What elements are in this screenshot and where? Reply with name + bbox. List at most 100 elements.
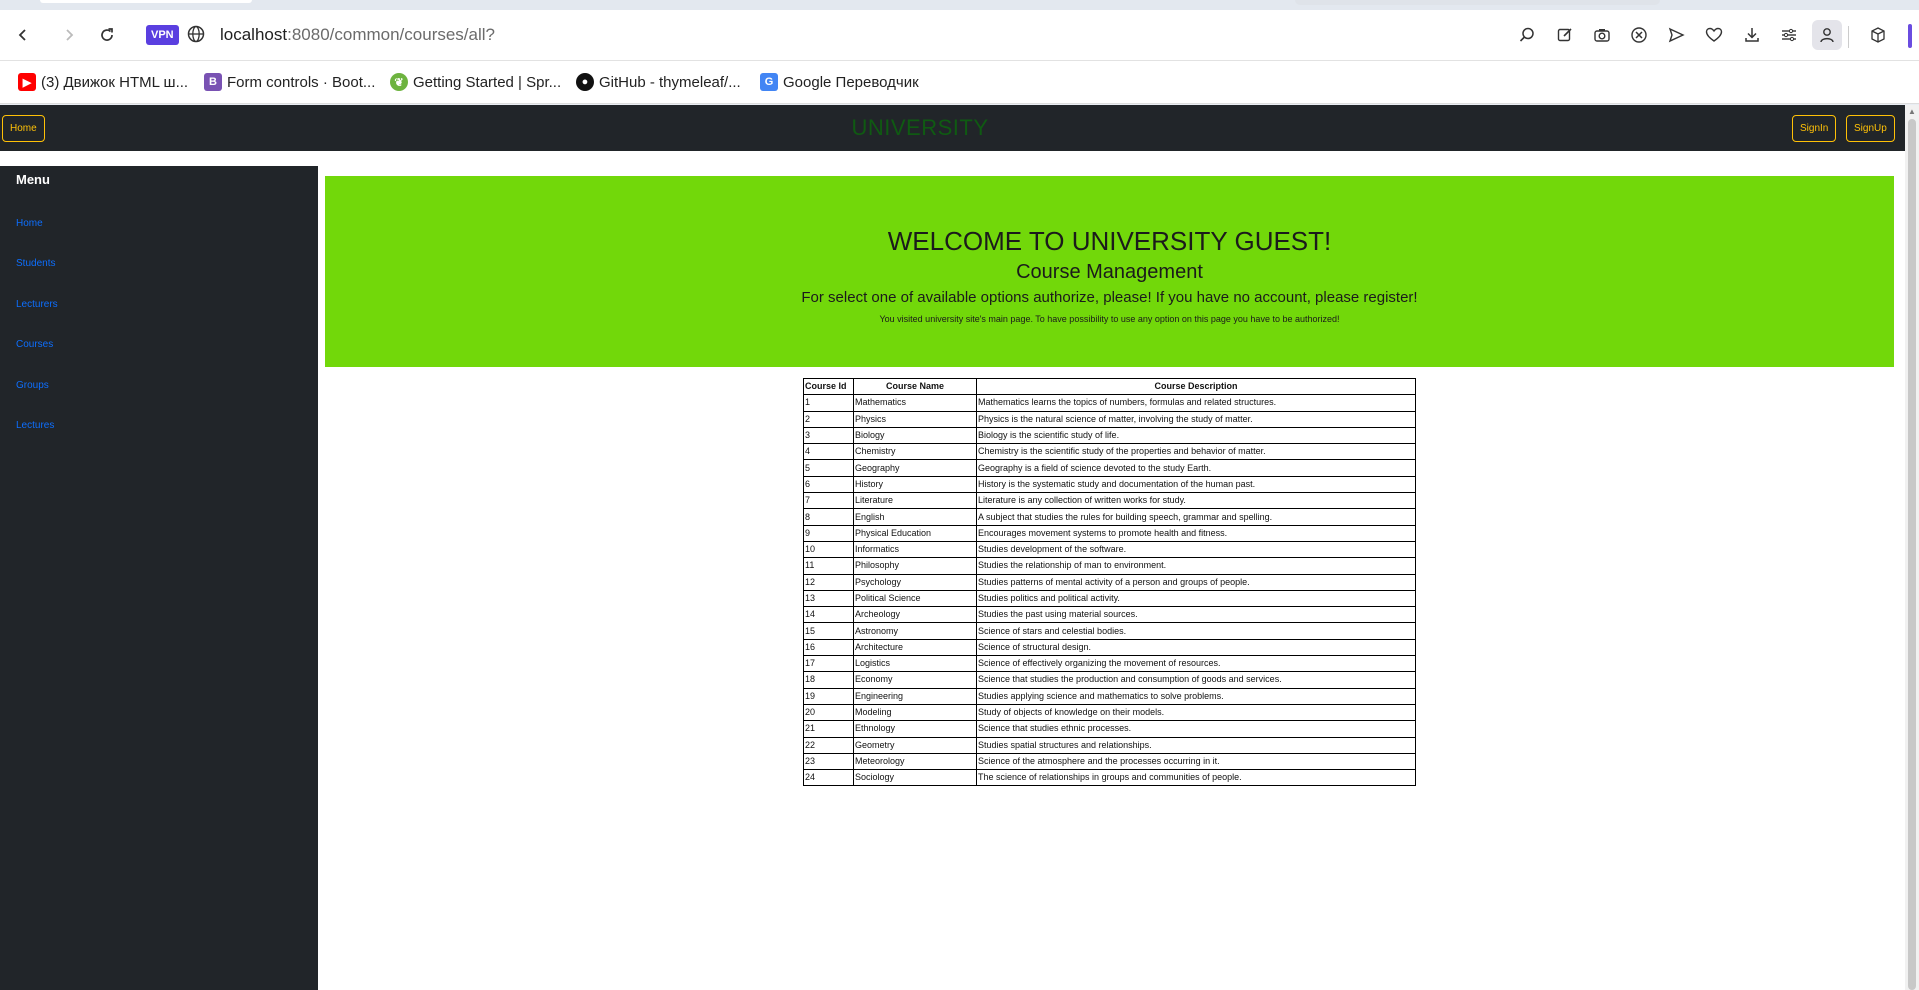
- google-translate-icon: G: [760, 73, 778, 91]
- course-name-cell: History: [853, 475, 977, 494]
- course-description-cell: Studies the past using material sources.: [976, 606, 1416, 624]
- settings-sliders-icon[interactable]: [1777, 23, 1801, 47]
- bookmark-github[interactable]: ● GitHub - thymeleaf/...: [576, 72, 741, 92]
- bookmark-google-translate[interactable]: G Google Переводчик: [760, 72, 919, 92]
- active-tab[interactable]: [40, 0, 252, 3]
- inactive-tab[interactable]: [1295, 0, 1660, 5]
- signup-button[interactable]: SignUp: [1846, 115, 1895, 142]
- course-name-cell: Geography: [853, 459, 977, 477]
- vpn-badge[interactable]: VPN: [146, 25, 179, 45]
- course-name-cell: Geometry: [853, 736, 977, 754]
- extensions-cube-icon[interactable]: [1866, 23, 1890, 47]
- course-id-cell: 24: [803, 769, 854, 787]
- scroll-up-icon[interactable]: ▲: [1908, 107, 1916, 116]
- table-row: 10 Informatics Studies development of the …: [803, 540, 1416, 559]
- course-description-cell: Science of stars and celestial bodies.: [976, 622, 1416, 640]
- forward-icon[interactable]: [56, 22, 82, 48]
- course-description-cell: Science that studies ethnic processes.: [976, 720, 1416, 738]
- bookmark-label: Google Переводчик: [783, 73, 919, 91]
- top-navbar: Home UNIVERSITY SignIn SignUp: [0, 105, 1905, 151]
- table-row: 17 Logistics Science of effectively organi…: [803, 655, 1416, 673]
- edit-icon[interactable]: [1553, 23, 1577, 47]
- youtube-icon: ▶: [18, 73, 36, 91]
- side-menu: Menu Home Students Lecturers Courses Gro…: [0, 166, 318, 990]
- bookmark-bootstrap[interactable]: B Form controls · Boot...: [204, 72, 375, 92]
- adblock-icon[interactable]: [1627, 23, 1651, 47]
- bookmark-youtube[interactable]: ▶ (3) Движок HTML ш...: [18, 72, 188, 92]
- course-description-cell: Studies politics and political activity.: [976, 589, 1416, 608]
- table-row: 21 Ethnology Science that studies ethnic p…: [803, 720, 1416, 738]
- course-id-cell: 22: [803, 736, 854, 754]
- course-id-cell: 4: [803, 443, 854, 461]
- table-row: 19 Engineering Studies applying science an…: [803, 687, 1416, 705]
- auth-prompt: For select one of available options auth…: [801, 289, 1418, 306]
- menu-item-lectures[interactable]: Lectures: [16, 420, 54, 431]
- course-description-cell: Geography is a field of science devoted …: [976, 459, 1416, 477]
- back-icon[interactable]: [10, 22, 36, 48]
- course-name-cell: Architecture: [853, 638, 977, 657]
- table-row: 4 Chemistry Chemistry is the scientific st…: [803, 443, 1416, 461]
- course-name-cell: Archeology: [853, 606, 977, 624]
- course-description-cell: Studies patterns of mental activity of a…: [976, 573, 1416, 591]
- brand-title: UNIVERSITY: [851, 115, 989, 140]
- scrollbar-thumb[interactable]: [1908, 119, 1916, 990]
- bookmark-label: Getting Started | Spr...: [413, 73, 562, 91]
- browser-toolbar: VPN localhost:8080/common/courses/all?: [0, 10, 1919, 61]
- course-description-cell: The science of relationships in groups a…: [976, 769, 1416, 787]
- bookmarks-bar: ▶ (3) Движок HTML ш... B Form controls ·…: [0, 61, 1919, 104]
- search-page-icon[interactable]: [1515, 23, 1539, 47]
- reload-icon[interactable]: [94, 22, 120, 48]
- heart-icon[interactable]: [1702, 23, 1726, 47]
- course-description-cell: Biology is the scientific study of life.: [976, 426, 1416, 445]
- course-id-cell: 10: [803, 540, 854, 559]
- course-name-cell: Sociology: [853, 769, 977, 787]
- bookmark-spring[interactable]: ❦ Getting Started | Spr...: [390, 72, 561, 92]
- page-subtitle: Course Management: [1016, 261, 1203, 283]
- column-header-id: Course Id: [803, 377, 854, 396]
- page-scrollbar[interactable]: ▲: [1905, 105, 1919, 990]
- course-id-cell: 13: [803, 589, 854, 608]
- course-name-cell: Literature: [853, 492, 977, 510]
- course-description-cell: Science of structural design.: [976, 638, 1416, 657]
- table-row: 22 Geometry Studies spatial structures and…: [803, 736, 1416, 754]
- course-description-cell: Chemistry is the scientific study of the…: [976, 443, 1416, 461]
- menu-item-groups[interactable]: Groups: [16, 380, 49, 391]
- course-description-cell: Literature is any collection of written …: [976, 492, 1416, 510]
- profile-icon[interactable]: [1812, 20, 1842, 50]
- course-id-cell: 3: [803, 426, 854, 445]
- url-host: localhost: [220, 25, 288, 44]
- table-row: 3 Biology Biology is the scientific study …: [803, 426, 1416, 445]
- spring-icon: ❦: [390, 73, 408, 91]
- address-bar[interactable]: localhost:8080/common/courses/all?: [220, 25, 495, 45]
- globe-icon[interactable]: [186, 24, 206, 49]
- send-icon[interactable]: [1664, 23, 1688, 47]
- table-header-row: Course Id Course Name Course Description: [803, 377, 1416, 396]
- course-description-cell: Physics is the natural science of matter…: [976, 410, 1416, 428]
- course-description-cell: Science of effectively organizing the mo…: [976, 655, 1416, 673]
- course-description-cell: Science that studies the production and …: [976, 671, 1416, 689]
- menu-item-lecturers[interactable]: Lecturers: [16, 299, 58, 310]
- course-name-cell: Logistics: [853, 655, 977, 673]
- toolbar-divider: [1848, 26, 1849, 48]
- url-path: :8080/common/courses/all?: [287, 25, 495, 44]
- table-row: 2 Physics Physics is the natural science o…: [803, 410, 1416, 428]
- course-id-cell: 11: [803, 557, 854, 575]
- table-row: 20 Modeling Study of objects of knowledge …: [803, 703, 1416, 722]
- menu-item-students[interactable]: Students: [16, 258, 55, 269]
- github-icon: ●: [576, 73, 594, 91]
- course-name-cell: Physics: [853, 410, 977, 428]
- table-row: 15 Astronomy Science of stars and celestia…: [803, 622, 1416, 640]
- sidebar-toggle[interactable]: [1908, 24, 1912, 48]
- menu-item-home[interactable]: Home: [16, 218, 43, 229]
- download-icon[interactable]: [1740, 23, 1764, 47]
- signin-button[interactable]: SignIn: [1792, 115, 1837, 142]
- bookmark-label: Form controls · Boot...: [227, 73, 376, 91]
- camera-icon[interactable]: [1590, 23, 1614, 47]
- table-row: 18 Economy Science that studies the produc…: [803, 671, 1416, 689]
- course-name-cell: Philosophy: [853, 557, 977, 575]
- menu-item-courses[interactable]: Courses: [16, 339, 53, 350]
- bookmark-label: GitHub - thymeleaf/...: [599, 73, 741, 91]
- welcome-banner: WELCOME TO UNIVERSITY GUEST! Course Mana…: [325, 176, 1894, 367]
- course-name-cell: English: [853, 508, 977, 526]
- course-id-cell: 5: [803, 459, 854, 477]
